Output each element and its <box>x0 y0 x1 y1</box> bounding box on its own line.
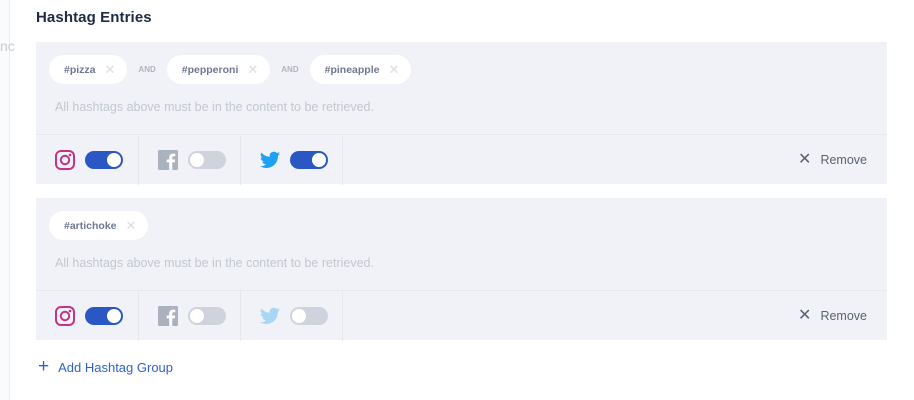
remove-tag-icon[interactable]: ✕ <box>247 63 258 76</box>
hashtag-chip-label: #pizza <box>64 63 96 76</box>
and-separator: AND <box>138 65 156 74</box>
close-icon: ✕ <box>798 307 812 324</box>
twitter-toggle[interactable] <box>290 151 328 169</box>
facebook-toggle[interactable] <box>188 151 226 169</box>
section-title: Hashtag Entries <box>36 9 152 26</box>
left-panel-edge: nc <box>0 0 15 400</box>
instagram-icon <box>54 305 76 327</box>
remove-tag-icon[interactable]: ✕ <box>105 63 116 76</box>
platform-facebook <box>139 135 241 185</box>
platform-facebook <box>139 291 241 341</box>
toggle-knob <box>107 309 121 323</box>
remove-tag-icon[interactable]: ✕ <box>126 219 137 232</box>
toggle-knob <box>107 153 121 167</box>
hashtag-chip-label: #artichoke <box>64 219 117 232</box>
tag-list: #pizza ✕ AND #pepperoni ✕ AND #pineapple… <box>49 55 412 84</box>
twitter-icon <box>259 149 281 171</box>
close-icon: ✕ <box>798 151 812 168</box>
add-hashtag-group-button[interactable]: + Add Hashtag Group <box>38 356 174 377</box>
hashtag-chip[interactable]: #artichoke ✕ <box>49 211 149 240</box>
instagram-toggle[interactable] <box>85 151 123 169</box>
hashtag-group: #artichoke ✕ All hashtags above must be … <box>36 198 887 341</box>
facebook-icon <box>157 305 179 327</box>
remove-label: Remove <box>820 153 867 167</box>
instagram-toggle[interactable] <box>85 307 123 325</box>
platform-twitter <box>241 291 343 341</box>
hashtag-chip-label: #pineapple <box>324 63 380 76</box>
twitter-icon <box>259 305 281 327</box>
facebook-icon <box>157 149 179 171</box>
left-panel-text-fragment: nc <box>0 38 15 54</box>
hashtag-group: #pizza ✕ AND #pepperoni ✕ AND #pineapple… <box>36 42 887 185</box>
remove-label: Remove <box>820 309 867 323</box>
remove-group-button[interactable]: ✕ Remove <box>798 291 867 341</box>
toggle-knob <box>190 309 204 323</box>
facebook-toggle[interactable] <box>188 307 226 325</box>
remove-group-button[interactable]: ✕ Remove <box>798 135 867 185</box>
twitter-toggle[interactable] <box>290 307 328 325</box>
plus-icon: + <box>38 356 50 377</box>
instagram-icon <box>54 149 76 171</box>
remove-tag-icon[interactable]: ✕ <box>388 63 399 76</box>
platform-row: ✕ Remove <box>36 290 887 341</box>
hashtag-chip[interactable]: #pineapple ✕ <box>309 55 412 84</box>
and-separator: AND <box>281 65 299 74</box>
toggle-knob <box>312 153 326 167</box>
toggle-knob <box>190 153 204 167</box>
hashtag-chip[interactable]: #pizza ✕ <box>49 55 128 84</box>
platform-instagram <box>36 291 139 341</box>
toggle-knob <box>292 309 306 323</box>
platform-instagram <box>36 135 139 185</box>
tag-list: #artichoke ✕ <box>49 211 149 240</box>
group-hint: All hashtags above must be in the conten… <box>55 100 374 114</box>
add-hashtag-group-label: Add Hashtag Group <box>58 360 174 375</box>
group-hint: All hashtags above must be in the conten… <box>55 256 374 270</box>
platform-twitter <box>241 135 343 185</box>
hashtag-chip[interactable]: #pepperoni ✕ <box>166 55 271 84</box>
hashtag-chip-label: #pepperoni <box>181 63 239 76</box>
platform-row: ✕ Remove <box>36 134 887 185</box>
